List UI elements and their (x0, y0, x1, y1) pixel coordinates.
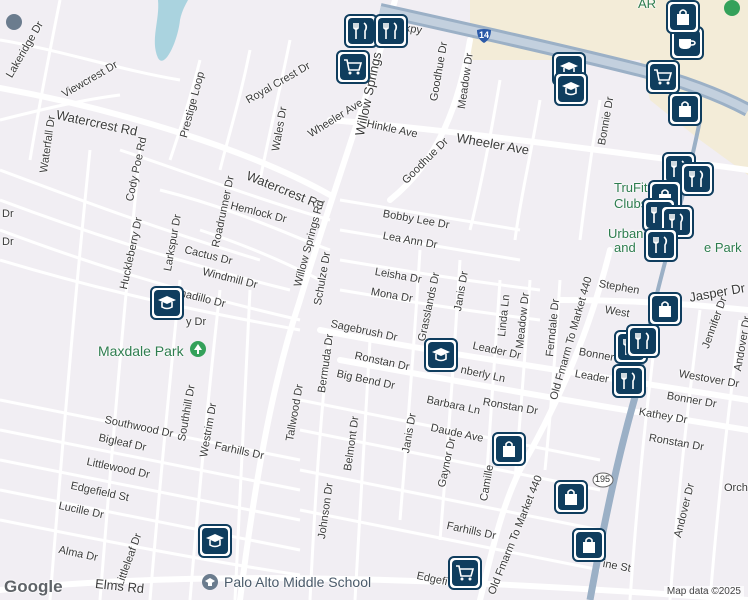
generic-poi-icon[interactable] (6, 14, 22, 30)
school-label[interactable]: Palo Alto Middle School (224, 574, 371, 590)
shopping-cart-icon (650, 64, 676, 90)
street-label: Dr (2, 236, 14, 248)
restaurant-marker[interactable] (644, 228, 678, 262)
school-marker[interactable] (198, 524, 232, 558)
shopping-cart-icon (452, 560, 478, 586)
school-poi-icon[interactable] (202, 574, 218, 590)
shopping-bag-icon (496, 436, 522, 462)
restaurant-marker[interactable] (374, 14, 408, 48)
restaurant-icon (648, 232, 674, 258)
shopping-bag-icon (672, 96, 698, 122)
business-label[interactable]: AR (638, 0, 656, 11)
restaurant-icon (630, 328, 656, 354)
shopping-cart-icon (340, 54, 366, 80)
restaurant-marker[interactable] (626, 324, 660, 358)
school-marker[interactable] (424, 338, 458, 372)
school-icon (428, 342, 454, 368)
school-icon (154, 290, 180, 316)
restaurant-marker[interactable] (680, 162, 714, 196)
state-route-shield: 195 (592, 472, 614, 488)
restaurant-icon (378, 18, 404, 44)
school-icon (202, 528, 228, 554)
shopping-bag-icon (576, 532, 602, 558)
restaurant-icon (684, 166, 710, 192)
map-attribution[interactable]: Map data ©2025 (663, 586, 744, 597)
shopping-cart-marker[interactable] (646, 60, 680, 94)
school-icon (558, 76, 584, 102)
restaurant-icon (348, 18, 374, 44)
shopping-bag-marker[interactable] (492, 432, 526, 466)
restaurant-marker[interactable] (344, 14, 378, 48)
street-label: Dr (2, 208, 14, 220)
business-label[interactable]: Urban (608, 226, 643, 241)
interstate-shield: 14 (476, 28, 492, 44)
shield-number: 14 (479, 30, 490, 40)
shopping-bag-icon (670, 4, 696, 30)
shopping-bag-icon (652, 296, 678, 322)
business-label[interactable]: and (614, 240, 636, 255)
river (154, 0, 188, 61)
shopping-bag-marker[interactable] (666, 0, 700, 34)
shopping-bag-icon (558, 484, 584, 510)
shopping-bag-marker[interactable] (668, 92, 702, 126)
park-icon[interactable] (190, 341, 206, 357)
map-canvas[interactable]: Waterfall Dr Lakeridge Dr Viewcrest Dr P… (0, 0, 748, 600)
street-label: Orchi (724, 482, 748, 494)
shopping-cart-marker[interactable] (448, 556, 482, 590)
school-marker[interactable] (150, 286, 184, 320)
shield-number: 195 (595, 474, 611, 484)
restaurant-marker[interactable] (612, 364, 646, 398)
street-label: y Dr (186, 316, 207, 328)
shopping-bag-marker[interactable] (554, 480, 588, 514)
business-label[interactable]: e Park (704, 240, 742, 255)
shopping-bag-marker[interactable] (572, 528, 606, 562)
shopping-bag-marker[interactable] (648, 292, 682, 326)
park-label[interactable]: Maxdale Park (98, 343, 184, 359)
school-marker[interactable] (554, 72, 588, 106)
shopping-cart-marker[interactable] (336, 50, 370, 84)
business-label[interactable]: TruFit (614, 180, 647, 195)
restaurant-icon (616, 368, 642, 394)
generic-poi-icon[interactable] (724, 0, 740, 16)
google-logo: Google (4, 577, 63, 596)
